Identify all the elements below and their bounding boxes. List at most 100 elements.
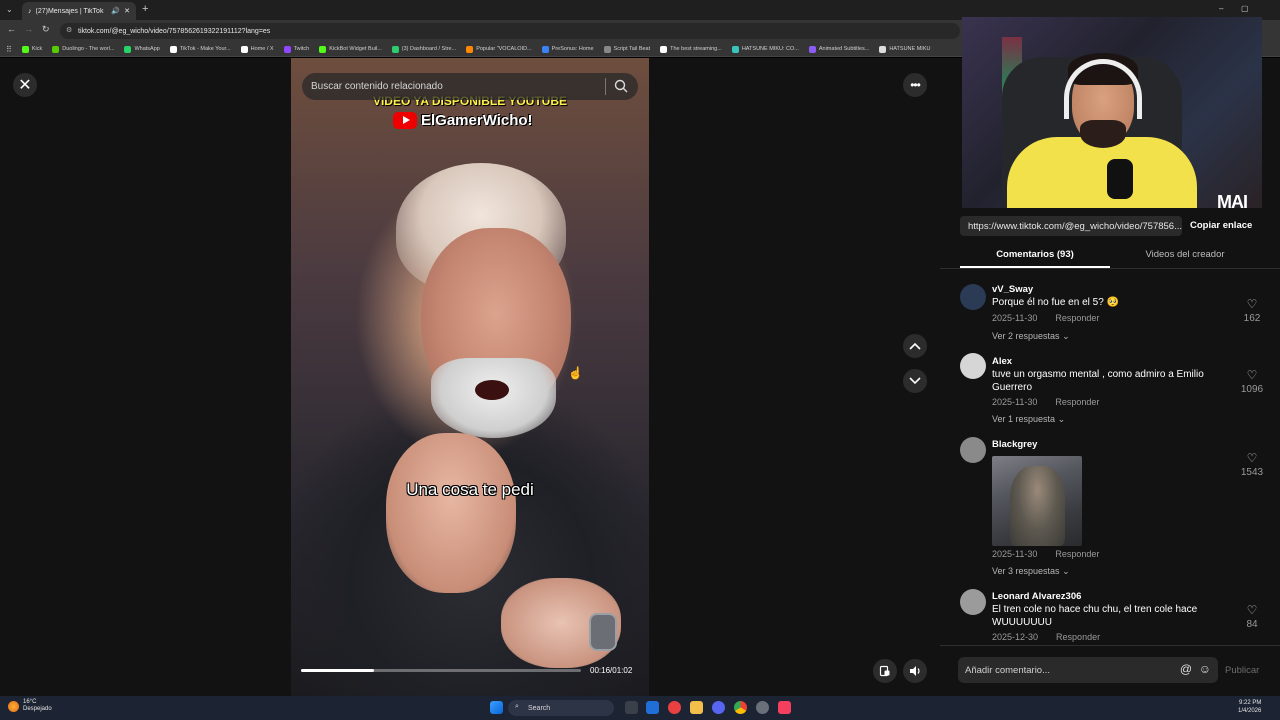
app-red-icon[interactable] — [668, 701, 681, 714]
reply-button[interactable]: Responder — [1055, 549, 1099, 559]
view-replies-button[interactable]: Ver 3 respuestas ⌄ — [992, 566, 1070, 577]
tab-divider — [940, 268, 1280, 269]
bookmark-favicon-icon — [879, 45, 887, 53]
comment-avatar[interactable] — [960, 284, 986, 310]
taskbar-clock[interactable]: 9:22 PM 1/4/2026 — [1238, 699, 1261, 715]
tab-close-icon[interactable]: ✕ — [124, 7, 130, 15]
search-icon: ⌕ — [515, 703, 519, 710]
tab-menu-icon[interactable]: ⌄ — [6, 5, 13, 14]
video-overlay-channel-name: ElGamerWicho! — [421, 111, 533, 129]
url-input[interactable]: ⚙ tiktok.com/@eg_wicho/video/75785626193… — [60, 23, 960, 39]
copy-link-button[interactable]: Copiar enlace — [1190, 220, 1252, 231]
bookmark-label: KickBot Widget Buil... — [329, 46, 382, 52]
bookmark-item[interactable]: HATSUNE MIKU: CO... — [731, 45, 799, 53]
windows-start-icon[interactable] — [490, 701, 503, 714]
bookmark-item[interactable]: Kick — [21, 45, 42, 53]
new-tab-icon[interactable]: + — [142, 3, 148, 15]
like-button[interactable]: ♡ 1096 — [1232, 368, 1272, 395]
reply-button[interactable]: Responder — [1055, 397, 1099, 407]
comment-username[interactable]: Blackgrey — [992, 439, 1037, 450]
bookmark-item[interactable]: Popular "VOCALOID... — [466, 45, 532, 53]
bookmark-favicon-icon — [124, 45, 132, 53]
view-replies-button[interactable]: Ver 2 respuestas ⌄ — [992, 331, 1070, 342]
bookmark-label: Popular "VOCALOID... — [476, 46, 532, 52]
related-search-placeholder: Buscar contenido relacionado — [311, 81, 443, 92]
bookmark-item[interactable]: KickBot Widget Buil... — [319, 45, 382, 53]
volume-button[interactable] — [903, 659, 927, 683]
more-options-button[interactable]: ••• — [903, 73, 927, 97]
webcam-beard — [1080, 120, 1126, 148]
bookmark-item[interactable]: Animated Subtitles... — [808, 45, 869, 53]
bookmark-item[interactable]: TikTok - Make Your... — [169, 45, 231, 53]
reload-icon[interactable]: ↻ — [42, 24, 50, 35]
forward-icon[interactable]: → — [24, 24, 33, 34]
picture-in-picture-button[interactable] — [873, 659, 897, 683]
tab-comments[interactable]: Comentarios (93) — [960, 249, 1110, 260]
view-replies-button[interactable]: Ver 1 respuesta ⌄ — [992, 414, 1065, 425]
pip-icon — [879, 665, 890, 677]
video-player[interactable] — [291, 58, 649, 696]
store-icon[interactable] — [646, 701, 659, 714]
previous-video-button[interactable] — [903, 334, 927, 358]
back-icon[interactable]: ← — [7, 24, 16, 34]
bookmark-item[interactable]: The best streaming... — [660, 45, 722, 53]
bookmark-item[interactable]: Script Tail Beat — [603, 45, 650, 53]
minimize-icon[interactable]: – — [1219, 4, 1223, 13]
file-explorer-icon[interactable] — [690, 701, 703, 714]
comment-meta: 2025-11-30 Responder — [992, 397, 1099, 407]
video-link-field[interactable]: https://www.tiktok.com/@eg_wicho/video/7… — [960, 216, 1182, 236]
volume-icon — [909, 666, 920, 676]
close-button[interactable]: ✕ — [13, 73, 37, 97]
related-search-input[interactable]: Buscar contenido relacionado — [302, 73, 638, 100]
reply-button[interactable]: Responder — [1056, 632, 1100, 642]
comment-username[interactable]: Alex — [992, 356, 1012, 367]
comment-meta: 2025-11-30 Responder — [992, 313, 1099, 323]
like-count: 1543 — [1240, 467, 1264, 478]
comment-image[interactable] — [992, 456, 1082, 546]
video-overlay-channel: ElGamerWicho! — [393, 110, 533, 130]
music-app-icon[interactable] — [778, 701, 791, 714]
site-info-icon[interactable]: ⚙ — [66, 26, 72, 34]
comment-date: 2025-11-30 — [992, 549, 1038, 559]
like-button[interactable]: ♡ 162 — [1232, 297, 1272, 324]
bookmark-item[interactable]: Home / X — [240, 45, 274, 53]
tab-creator-videos[interactable]: Videos del creador — [1110, 249, 1260, 260]
search-icon[interactable] — [614, 79, 628, 96]
view-replies-label: Ver 1 respuesta — [992, 414, 1056, 424]
emoji-icon[interactable]: ☺ — [1199, 662, 1211, 676]
browser-tab[interactable]: ♪ (27)Mensajes | TikTok 🔊 ✕ — [22, 2, 136, 20]
add-comment-input[interactable]: Añadir comentario... @ ☺ — [958, 657, 1218, 683]
bookmark-item[interactable]: Duolingo - The worl... — [52, 45, 114, 53]
bookmark-item[interactable]: Twitch — [283, 45, 309, 53]
heart-icon: ♡ — [1246, 368, 1258, 382]
comment-avatar[interactable] — [960, 353, 986, 379]
comment-image-figure — [1010, 466, 1065, 546]
comment-avatar[interactable] — [960, 437, 986, 463]
bookmark-item[interactable]: PreSonus: Home — [541, 45, 594, 53]
comment-username[interactable]: vV_Sway — [992, 284, 1033, 295]
discord-icon[interactable] — [712, 701, 725, 714]
weather-widget[interactable]: 16°C Despejado — [8, 699, 52, 713]
comment-username[interactable]: Leonard Alvarez306 — [992, 591, 1081, 602]
maximize-icon[interactable]: ▢ — [1241, 4, 1249, 13]
bookmark-label: HATSUNE MIKU: CO... — [741, 46, 799, 52]
next-video-button[interactable] — [903, 369, 927, 393]
bookmark-item[interactable]: HATSUNE MIKU — [879, 45, 930, 53]
task-view-icon[interactable] — [625, 701, 638, 714]
comment-avatar[interactable] — [960, 589, 986, 615]
like-button[interactable]: ♡ 84 — [1232, 603, 1272, 630]
clock-time: 9:22 PM — [1239, 700, 1262, 706]
comment-date: 2025-11-30 — [992, 397, 1038, 407]
chrome-icon[interactable] — [734, 701, 747, 714]
bookmark-item[interactable]: WhatsApp — [124, 45, 160, 53]
mention-icon[interactable]: @ — [1180, 662, 1192, 676]
bookmark-item[interactable]: (3) Dashboard / Stre... — [391, 45, 456, 53]
like-button[interactable]: ♡ 1543 — [1232, 451, 1272, 478]
taskbar-search[interactable]: ⌕ Search — [508, 700, 614, 716]
apps-icon[interactable]: ⠿ — [6, 45, 12, 54]
publish-button[interactable]: Publicar — [1225, 665, 1259, 676]
bookmark-favicon-icon — [466, 45, 474, 53]
reply-button[interactable]: Responder — [1055, 313, 1099, 323]
weather-temperature: 16°C — [23, 699, 37, 705]
chatgpt-icon[interactable] — [756, 701, 769, 714]
